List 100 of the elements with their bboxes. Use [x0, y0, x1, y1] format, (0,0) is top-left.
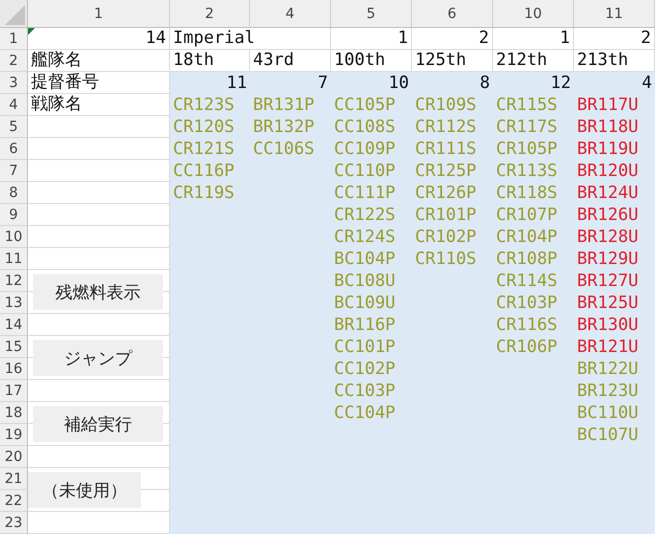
table-cell-text: 11	[226, 72, 247, 94]
macro-button[interactable]: ジャンプ	[33, 340, 163, 376]
table-cell-text: CC108S	[334, 116, 396, 138]
table-cell-text: CC116P	[173, 160, 236, 182]
column-header[interactable]: 10	[493, 0, 574, 28]
row-header[interactable]: 4	[0, 94, 28, 116]
column-header[interactable]: 2	[170, 0, 250, 28]
table-cell-text: BR118U	[577, 116, 640, 138]
table-cell-text: CC106S	[253, 138, 316, 160]
row-header[interactable]: 3	[0, 72, 28, 94]
table-cell-text: CR122S	[334, 204, 396, 226]
row-header[interactable]: 21	[0, 468, 28, 490]
table-cell: 2	[574, 28, 655, 50]
table-cell-text: CR106P	[496, 336, 558, 358]
column-header[interactable]: 1	[28, 0, 170, 28]
table-cell-text: 10	[388, 72, 409, 94]
table-cell-text: BR123U	[577, 380, 640, 402]
table-cell-text: CR103P	[496, 292, 558, 314]
table-cell-text: BR117U	[577, 94, 640, 116]
table-cell-text: CC101P	[334, 336, 396, 358]
row-header[interactable]: 11	[0, 248, 28, 270]
table-cell-text: CC103P	[334, 380, 396, 402]
row-header[interactable]: 23	[0, 512, 28, 534]
row-header[interactable]: 12	[0, 270, 28, 292]
table-cell-text: BR124U	[577, 182, 640, 204]
table-cell-text: CR109S	[415, 94, 478, 116]
row-header[interactable]: 20	[0, 446, 28, 468]
row-header[interactable]: 15	[0, 336, 28, 358]
table-cell-text: CR113S	[496, 160, 558, 182]
row-header[interactable]: 14	[0, 314, 28, 336]
table-cell-text: BR129U	[577, 248, 640, 270]
table-cell-text: 7	[316, 72, 328, 94]
row-header[interactable]: 22	[0, 490, 28, 512]
table-cell-text: CR114S	[496, 270, 558, 292]
row-header[interactable]: 9	[0, 204, 28, 226]
row-header[interactable]: 17	[0, 380, 28, 402]
row-header[interactable]: 5	[0, 116, 28, 138]
table-cell-text: BR125U	[577, 292, 640, 314]
row-header[interactable]: 6	[0, 138, 28, 160]
table-cell-text: CR102P	[415, 226, 478, 248]
table-cell-text: CR115S	[496, 94, 558, 116]
table-cell-text: 12	[550, 72, 571, 94]
table-cell-text: CC109P	[334, 138, 396, 160]
macro-button[interactable]: 残燃料表示	[33, 274, 163, 310]
column-header[interactable]: 4	[250, 0, 331, 28]
row-header[interactable]: 1	[0, 28, 28, 50]
table-cell-text: CC102P	[334, 358, 396, 380]
table-cell-text: CR125P	[415, 160, 478, 182]
table-cell-text: BR132P	[253, 116, 316, 138]
table-cell-text: CC104P	[334, 402, 396, 424]
table-cell-text: BR121U	[577, 336, 640, 358]
table-cell-text: 8	[478, 72, 490, 94]
row-header[interactable]: 10	[0, 226, 28, 248]
table-cell-text: BC108U	[334, 270, 396, 292]
row-header[interactable]: 8	[0, 182, 28, 204]
column-header[interactable]: 5	[331, 0, 412, 28]
row-header[interactable]: 13	[0, 292, 28, 314]
row-header[interactable]: 18	[0, 402, 28, 424]
table-cell-text: CR111S	[415, 138, 478, 160]
table-cell-text: BR130U	[577, 314, 640, 336]
table-cell-text: CR104P	[496, 226, 558, 248]
table-cell-text: BR116P	[334, 314, 396, 336]
table-cell-text: CR110S	[415, 248, 478, 270]
table-cell-text: CC111P	[334, 182, 396, 204]
table-cell-text: CR105P	[496, 138, 558, 160]
table-cell-text: CR119S	[173, 182, 236, 204]
table-cell-text: CR117S	[496, 116, 558, 138]
table-cell-text: BC104P	[334, 248, 396, 270]
table-cell: 艦隊名	[28, 50, 170, 72]
table-cell: 1	[493, 28, 574, 50]
table-cell-text: CR126P	[415, 182, 478, 204]
table-cell-text: CR112S	[415, 116, 478, 138]
table-cell: 2	[412, 28, 493, 50]
select-all-icon[interactable]	[5, 5, 25, 25]
table-cell-text: BR128U	[577, 226, 640, 248]
macro-button[interactable]: （未使用）	[28, 472, 141, 508]
row-header[interactable]: 19	[0, 424, 28, 446]
column-header[interactable]: 11	[574, 0, 655, 28]
table-cell-text: CR116S	[496, 314, 558, 336]
table-cell-text: CR118S	[496, 182, 558, 204]
row-header[interactable]: 7	[0, 160, 28, 182]
table-cell-text: CR108P	[496, 248, 558, 270]
table-cell-text: BR127U	[577, 270, 640, 292]
table-cell: Imperial	[170, 28, 331, 50]
table-cell-text: BR126U	[577, 204, 640, 226]
table-cell-text: CR107P	[496, 204, 558, 226]
table-cell-text: CR101P	[415, 204, 478, 226]
table-cell-text: BR120U	[577, 160, 640, 182]
column-header[interactable]: 6	[412, 0, 493, 28]
macro-button[interactable]: 補給実行	[33, 406, 163, 442]
row-header[interactable]: 16	[0, 358, 28, 380]
table-cell-text: BC107U	[577, 424, 640, 446]
table-cell-text: 4	[640, 72, 652, 94]
table-cell-text: BR119U	[577, 138, 640, 160]
row-header[interactable]: 2	[0, 50, 28, 72]
table-cell-text: CR120S	[173, 116, 236, 138]
table-cell-text: CR123S	[173, 94, 236, 116]
table-cell: 1	[331, 28, 412, 50]
table-cell-text: CC105P	[334, 94, 396, 116]
table-cell-text: BC110U	[577, 402, 640, 424]
